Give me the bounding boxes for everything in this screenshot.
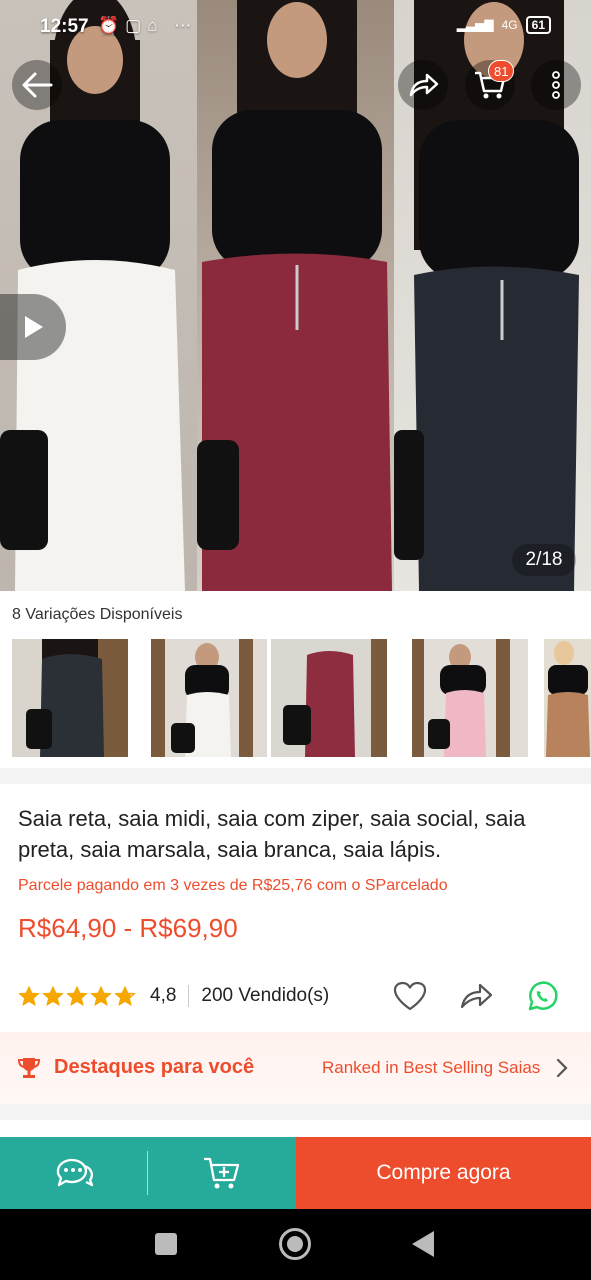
whatsapp-icon — [528, 981, 558, 1011]
star-icon — [114, 985, 136, 1006]
installment-text[interactable]: Parcele pagando em 3 vezes de R$25,76 co… — [18, 877, 448, 895]
variation-thumb-wine[interactable] — [271, 639, 387, 757]
variation-thumb-pink[interactable] — [412, 639, 528, 757]
play-video-button[interactable] — [0, 294, 66, 360]
rating-value: 4,8 — [150, 985, 177, 1006]
chat-icon — [56, 1158, 94, 1187]
variation-thumb-white[interactable] — [151, 639, 267, 757]
add-to-cart-button[interactable] — [148, 1137, 296, 1209]
variation-thumbnails — [12, 639, 591, 757]
product-price: R$64,90 - R$69,90 — [18, 913, 238, 943]
recent-apps-button[interactable] — [155, 1233, 177, 1255]
rating-row: 4,8 200 Vendido(s) — [18, 980, 578, 1012]
sold-count: 200 Vendido(s) — [201, 985, 330, 1006]
more-vertical-icon — [552, 71, 560, 99]
whatsapp-share-button[interactable] — [524, 980, 560, 1012]
rating-stars[interactable] — [18, 985, 136, 1007]
share-icon — [460, 983, 493, 1009]
home-button[interactable] — [279, 1228, 311, 1260]
status-right-icons: ▂▃▅▇ 4G 61 — [457, 16, 551, 34]
variation-thumb-caramel[interactable] — [544, 639, 591, 757]
star-icon — [66, 985, 88, 1006]
chevron-right-icon — [556, 1058, 568, 1078]
system-nav-bar — [0, 1209, 591, 1280]
status-bar: 12:57 ⏰▢⌂ ⋯ ▂▃▅▇ 4G 61 — [0, 0, 591, 52]
network-label: 4G — [501, 18, 518, 32]
image-counter: 2/18 — [512, 544, 576, 576]
star-icon — [18, 985, 40, 1006]
share-button[interactable] — [398, 60, 448, 110]
gallery-photo-wine-skirt — [197, 0, 394, 591]
favorite-button[interactable] — [392, 980, 428, 1012]
trophy-icon — [18, 1058, 40, 1078]
play-icon — [25, 316, 43, 338]
product-title: Saia reta, saia midi, saia com ziper, sa… — [18, 806, 526, 862]
rating-divider — [188, 985, 190, 1007]
battery-icon: 61 — [525, 16, 551, 34]
variation-thumb-black[interactable] — [12, 639, 128, 757]
highlights-banner[interactable]: Destaques para você Ranked in Best Selli… — [0, 1032, 591, 1104]
system-back-button[interactable] — [412, 1231, 434, 1257]
status-notification-icons: ⏰▢⌂ ⋯ — [98, 16, 198, 35]
status-time: 12:57 — [40, 16, 89, 37]
buy-now-button[interactable]: Compre agora — [296, 1137, 591, 1209]
arrow-left-icon — [22, 72, 53, 98]
bottom-action-bar: Compre agora — [0, 1137, 591, 1209]
section-divider — [0, 768, 591, 784]
signal-icon: ▂▃▅▇ — [456, 18, 494, 32]
section-divider-2 — [0, 1104, 591, 1120]
heart-icon — [393, 981, 427, 1011]
add-cart-icon — [204, 1157, 240, 1189]
star-icon — [42, 985, 64, 1006]
more-options-button[interactable] — [531, 60, 581, 110]
highlights-label: Destaques para você — [54, 1056, 255, 1078]
cart-count-badge: 81 — [488, 60, 515, 82]
star-icon — [90, 985, 112, 1006]
variations-title: 8 Variações Disponíveis — [12, 606, 183, 623]
back-button[interactable] — [12, 60, 62, 110]
share-icon — [409, 73, 439, 97]
chat-button[interactable] — [0, 1137, 148, 1209]
share-product-button[interactable] — [458, 980, 494, 1012]
ranked-text: Ranked in Best Selling Saias — [322, 1058, 541, 1077]
